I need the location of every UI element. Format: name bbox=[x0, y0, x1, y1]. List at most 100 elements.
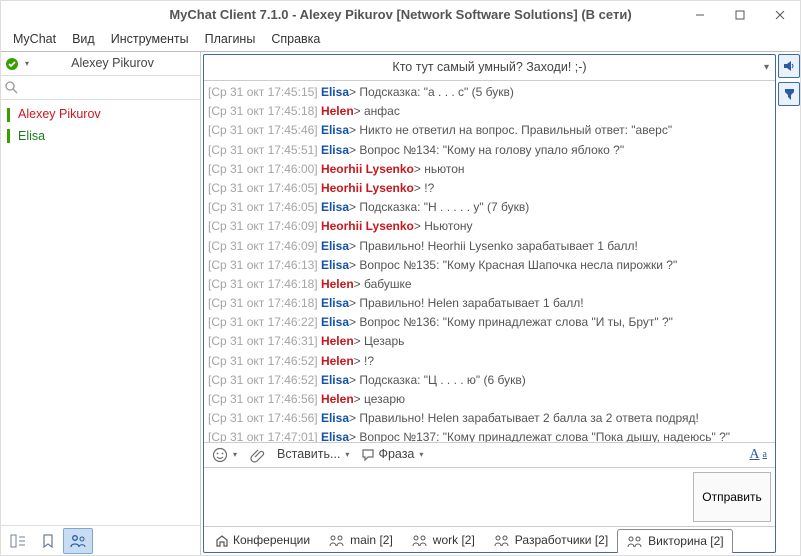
message-author: Helen bbox=[321, 104, 354, 118]
message-text: > Вопрос №134: "Кому на голову упало ябл… bbox=[349, 143, 624, 157]
search-input[interactable] bbox=[24, 80, 200, 95]
message-text: > анфас bbox=[354, 104, 400, 118]
emoji-button[interactable]: ▾ bbox=[208, 445, 241, 465]
chat-message: [Ср 31 окт 17:46:05] Heorhii Lysenko> !? bbox=[208, 179, 771, 198]
chat-topic: Кто тут самый умный? Заходи! ;-) ▾ bbox=[204, 55, 775, 81]
message-author: Heorhii Lysenko bbox=[321, 162, 414, 176]
menu-tools[interactable]: Инструменты bbox=[103, 29, 197, 51]
pin-icon bbox=[782, 87, 796, 101]
chat-message: [Ср 31 окт 17:46:09] Heorhii Lysenko> Нь… bbox=[208, 217, 771, 236]
menu-plugins[interactable]: Плагины bbox=[197, 29, 264, 51]
chat-message: [Ср 31 окт 17:46:18] Helen> бабушке bbox=[208, 275, 771, 294]
message-author: Elisa bbox=[321, 239, 349, 253]
view-contacts-button[interactable] bbox=[63, 528, 93, 554]
message-input[interactable] bbox=[204, 468, 689, 526]
message-text: > бабушке bbox=[354, 277, 412, 291]
group-icon bbox=[493, 534, 511, 547]
message-text: > Ньютону bbox=[414, 219, 473, 233]
titlebar: MyChat Client 7.1.0 - Alexey Pikurov [Ne… bbox=[1, 1, 800, 29]
message-timestamp: [Ср 31 окт 17:46:56] bbox=[208, 411, 318, 425]
conference-tab[interactable]: work [2] bbox=[402, 528, 484, 552]
message-timestamp: [Ср 31 окт 17:46:09] bbox=[208, 219, 318, 233]
conference-tab[interactable]: main [2] bbox=[319, 528, 402, 552]
message-author: Helen bbox=[321, 277, 354, 291]
chat-input-row: Отправить bbox=[204, 468, 775, 526]
conference-tabs: Конференции main [2]work [2]Разработчики … bbox=[204, 526, 775, 552]
chat-message: [Ср 31 окт 17:46:56] Elisa> Правильно! H… bbox=[208, 409, 771, 428]
message-author: Elisa bbox=[321, 123, 349, 137]
chat-message: [Ср 31 окт 17:46:52] Elisa> Подсказка: "… bbox=[208, 371, 771, 390]
chat-message: [Ср 31 окт 17:45:18] Helen> анфас bbox=[208, 102, 771, 121]
message-text: > ньютон bbox=[414, 162, 465, 176]
menu-help[interactable]: Справка bbox=[263, 29, 328, 51]
view-list-button[interactable] bbox=[3, 528, 33, 554]
minimize-button[interactable] bbox=[680, 1, 720, 29]
message-text: > Вопрос №135: "Кому Красная Шапочка нес… bbox=[349, 258, 677, 272]
message-text: > Цезарь bbox=[354, 334, 405, 348]
right-icon-bar bbox=[778, 52, 800, 555]
chat-message: [Ср 31 окт 17:46:56] Helen> цезарю bbox=[208, 390, 771, 409]
contact-name: Elisa bbox=[18, 128, 45, 146]
sidebar-search bbox=[1, 76, 200, 100]
conference-tab[interactable]: Конференции bbox=[206, 528, 319, 552]
pin-button[interactable] bbox=[778, 82, 800, 106]
chat-panel: Кто тут самый умный? Заходи! ;-) ▾ [Ср 3… bbox=[203, 54, 776, 553]
message-timestamp: [Ср 31 окт 17:45:46] bbox=[208, 123, 318, 137]
message-timestamp: [Ср 31 окт 17:45:18] bbox=[208, 104, 318, 118]
attach-button[interactable] bbox=[245, 445, 269, 465]
phrase-label: Фраза bbox=[378, 446, 414, 464]
message-text: > Правильно! Helen зарабатывает 2 балла … bbox=[349, 411, 699, 425]
message-timestamp: [Ср 31 окт 17:46:09] bbox=[208, 239, 318, 253]
message-author: Elisa bbox=[321, 373, 349, 387]
conference-tab[interactable]: Разработчики [2] bbox=[484, 528, 617, 552]
message-author: Elisa bbox=[321, 143, 349, 157]
tab-label: Викторина [2] bbox=[648, 533, 723, 550]
send-button[interactable]: Отправить bbox=[693, 472, 771, 522]
chat-log[interactable]: [Ср 31 окт 17:45:15] Elisa> Подсказка: "… bbox=[204, 81, 775, 442]
message-text: > !? bbox=[354, 354, 374, 368]
topic-dropdown-icon[interactable]: ▾ bbox=[764, 61, 769, 75]
group-icon bbox=[411, 534, 429, 547]
menu-mychat[interactable]: MyChat bbox=[5, 29, 64, 51]
message-timestamp: [Ср 31 окт 17:46:22] bbox=[208, 315, 318, 329]
message-text: > Подсказка: "Ц . . . . ю" (6 букв) bbox=[349, 373, 526, 387]
dropdown-icon: ▾ bbox=[233, 449, 237, 460]
sound-button[interactable] bbox=[778, 54, 800, 78]
font-format-button[interactable]: Aa bbox=[745, 443, 771, 467]
close-icon bbox=[775, 10, 785, 20]
message-author: Helen bbox=[321, 354, 354, 368]
contact-name: Alexey Pikurov bbox=[18, 106, 101, 124]
minimize-icon bbox=[695, 10, 705, 20]
menu-view[interactable]: Вид bbox=[64, 29, 103, 51]
contact-item[interactable]: Alexey Pikurov bbox=[1, 104, 200, 126]
chat-message: [Ср 31 окт 17:46:00] Heorhii Lysenko> нь… bbox=[208, 160, 771, 179]
message-author: Heorhii Lysenko bbox=[321, 219, 414, 233]
conference-tab[interactable]: Викторина [2] bbox=[617, 529, 732, 553]
message-timestamp: [Ср 31 окт 17:46:00] bbox=[208, 162, 318, 176]
tab-label: Конференции bbox=[233, 532, 310, 549]
chat-message: [Ср 31 окт 17:46:13] Elisa> Вопрос №135:… bbox=[208, 256, 771, 275]
status-online-icon[interactable] bbox=[5, 57, 19, 71]
view-bookmark-button[interactable] bbox=[33, 528, 63, 554]
message-author: Elisa bbox=[321, 85, 349, 99]
insert-button[interactable]: Вставить... ▾ bbox=[273, 444, 353, 466]
message-text: > Правильно! Helen зарабатывает 1 балл! bbox=[349, 296, 584, 310]
dropdown-icon: ▾ bbox=[419, 449, 423, 460]
chat-message: [Ср 31 окт 17:46:18] Elisa> Правильно! H… bbox=[208, 294, 771, 313]
menubar: MyChat Вид Инструменты Плагины Справка bbox=[1, 29, 800, 51]
maximize-button[interactable] bbox=[720, 1, 760, 29]
message-author: Heorhii Lysenko bbox=[321, 181, 414, 195]
paperclip-icon bbox=[249, 447, 265, 463]
close-button[interactable] bbox=[760, 1, 800, 29]
contact-item[interactable]: Elisa bbox=[1, 126, 200, 148]
maximize-icon bbox=[735, 10, 745, 20]
chat-message: [Ср 31 окт 17:45:46] Elisa> Никто не отв… bbox=[208, 121, 771, 140]
phrase-button[interactable]: Фраза ▾ bbox=[357, 444, 427, 466]
chat-message: [Ср 31 окт 17:46:05] Elisa> Подсказка: "… bbox=[208, 198, 771, 217]
current-user-label: Alexey Pikurov bbox=[29, 55, 196, 73]
message-author: Elisa bbox=[321, 411, 349, 425]
message-text: > цезарю bbox=[354, 392, 405, 406]
sidebar-header: ▾ Alexey Pikurov bbox=[1, 52, 200, 76]
message-author: Elisa bbox=[321, 258, 349, 272]
message-timestamp: [Ср 31 окт 17:46:18] bbox=[208, 296, 318, 310]
